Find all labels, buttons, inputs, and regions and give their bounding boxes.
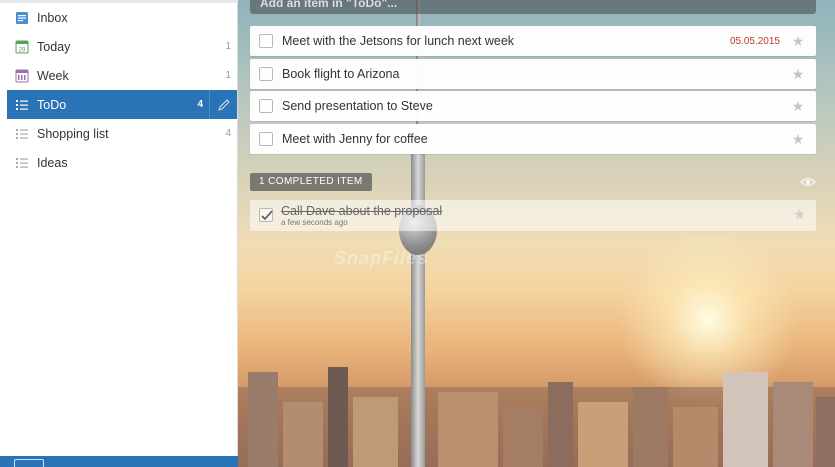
task-due-date: 05.05.2015 xyxy=(729,35,780,47)
sidebar-item-label: Shopping list xyxy=(37,126,109,141)
task-checkbox[interactable] xyxy=(259,67,273,81)
task-checkbox[interactable] xyxy=(259,132,273,146)
sidebar-item-label: Ideas xyxy=(37,155,68,170)
background-city-skyline xyxy=(238,367,835,467)
task-list-area: Add an item in "ToDo"... Meet with the J… xyxy=(238,0,835,467)
add-item-input[interactable]: Add an item in "ToDo"... xyxy=(250,0,816,14)
task-item[interactable]: Meet with the Jetsons for lunch next wee… xyxy=(250,26,816,56)
background-tower-shaft xyxy=(411,150,425,467)
sidebar-item-count: 4 xyxy=(225,128,231,139)
star-icon[interactable]: ★ xyxy=(790,33,806,50)
inbox-icon xyxy=(15,11,29,25)
eye-icon[interactable] xyxy=(800,175,816,189)
task-title: Send presentation to Steve xyxy=(282,99,433,113)
sidebar-item-label: Today xyxy=(37,39,71,54)
star-icon[interactable]: ★ xyxy=(790,131,806,148)
task-checkbox-checked[interactable] xyxy=(259,208,273,222)
calendar-today-icon: 29 xyxy=(15,40,29,54)
sidebar: Inbox 29 Today 1 Week 1 ToDo 4 Shopping … xyxy=(0,0,238,467)
sidebar-item-label: Week xyxy=(37,68,69,83)
star-icon[interactable]: ★ xyxy=(790,98,806,115)
sidebar-item-inbox[interactable]: Inbox xyxy=(7,3,237,32)
completed-task-time: a few seconds ago xyxy=(281,218,348,227)
task-item[interactable]: Meet with Jenny for coffee ★ xyxy=(250,124,816,154)
sidebar-item-today[interactable]: 29 Today 1 xyxy=(7,32,237,61)
calendar-week-icon xyxy=(15,69,29,83)
list-icon xyxy=(15,98,29,112)
list-icon xyxy=(15,156,29,170)
completed-task-title: Call Dave about the proposal xyxy=(281,204,443,218)
star-icon[interactable]: ★ xyxy=(793,206,806,223)
star-icon[interactable]: ★ xyxy=(790,66,806,83)
edit-list-button[interactable] xyxy=(209,90,237,119)
task-title: Book flight to Arizona xyxy=(282,67,400,81)
sidebar-footer xyxy=(0,456,238,467)
sidebar-item-count: 4 xyxy=(197,99,203,110)
sidebar-item-count: 1 xyxy=(225,70,231,81)
watermark: SnapFiles xyxy=(334,248,429,268)
sidebar-item-count: 1 xyxy=(225,41,231,52)
svg-text:29: 29 xyxy=(19,47,26,53)
add-list-button[interactable] xyxy=(14,459,44,467)
checkmark-icon xyxy=(261,210,273,221)
completed-items-toggle[interactable]: 1 COMPLETED ITEM xyxy=(250,173,372,191)
pencil-icon xyxy=(217,98,230,111)
completed-task-item[interactable]: Call Dave about the proposal a few secon… xyxy=(250,200,816,231)
sidebar-item-ideas[interactable]: Ideas xyxy=(7,148,237,177)
sidebar-item-label: Inbox xyxy=(37,10,68,25)
sidebar-item-todo[interactable]: ToDo 4 xyxy=(7,90,237,119)
task-item[interactable]: Send presentation to Steve ★ xyxy=(250,91,816,121)
sidebar-item-label: ToDo xyxy=(37,97,67,112)
task-checkbox[interactable] xyxy=(259,34,273,48)
list-icon xyxy=(15,127,29,141)
sidebar-item-week[interactable]: Week 1 xyxy=(7,61,237,90)
task-checkbox[interactable] xyxy=(259,99,273,113)
task-title: Meet with the Jetsons for lunch next wee… xyxy=(282,34,515,48)
sidebar-item-shopping-list[interactable]: Shopping list 4 xyxy=(7,119,237,148)
add-item-placeholder: Add an item in "ToDo"... xyxy=(260,0,398,10)
task-title: Meet with Jenny for coffee xyxy=(282,132,428,146)
task-item[interactable]: Book flight to Arizona ★ xyxy=(250,59,816,89)
